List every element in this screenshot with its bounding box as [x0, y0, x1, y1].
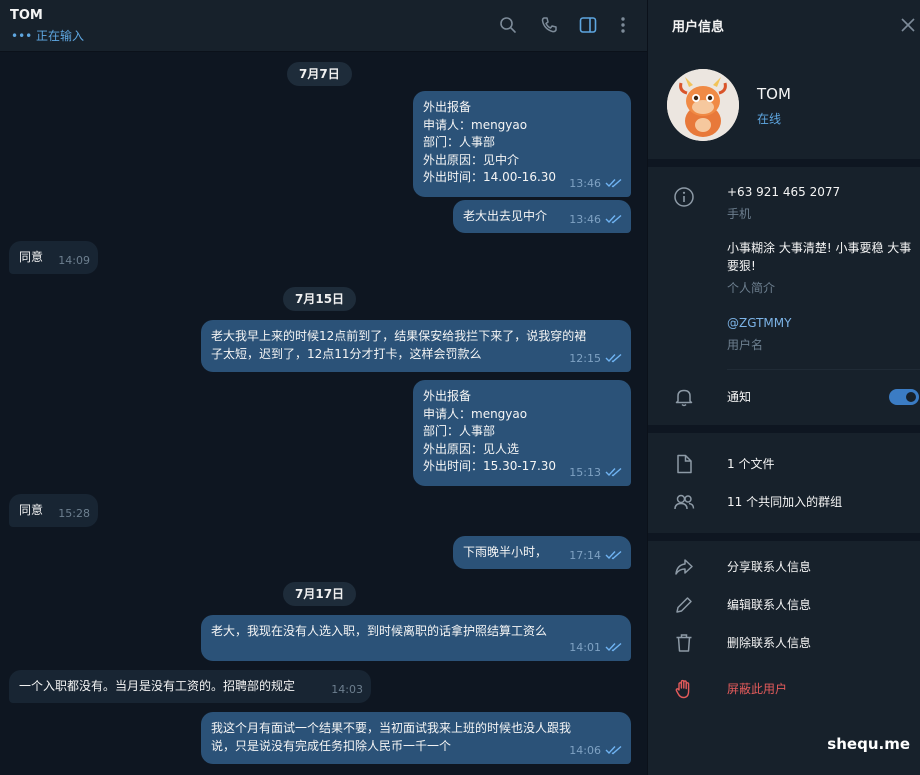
edit-contact-button[interactable]: 编辑联系人信息 — [727, 596, 811, 614]
message-bubble-outgoing[interactable]: 我这个月有面试一个结果不要，当初面试我来上班的时候也没人跟我 说，只是说没有完成… — [201, 712, 631, 764]
read-ticks-icon — [605, 354, 622, 363]
message-meta: 15:28 — [58, 505, 90, 523]
group-icon — [673, 491, 695, 513]
message-meta: 14:01 — [569, 639, 623, 657]
info-icon — [673, 186, 695, 208]
username[interactable]: @ZGTMMY — [727, 314, 791, 332]
message-text: 外出报备 申请人：mengyao 部门：人事部 外出原因：见人选 外出时间：15… — [423, 389, 557, 473]
message-time: 15:28 — [58, 506, 90, 520]
watermark: shequ.me — [827, 735, 910, 753]
section-divider — [648, 533, 920, 541]
message-time: 17:14 — [569, 548, 601, 562]
message-meta: 14:06 — [569, 742, 623, 760]
chat-header[interactable]: TOM ••• 正在输入 — [0, 0, 647, 52]
username-label: 用户名 — [727, 338, 764, 352]
trash-icon — [673, 632, 695, 654]
message-text: 一个入职都没有。当月是没有工资的。招聘部的规定 — [19, 679, 296, 693]
file-icon — [673, 453, 695, 475]
message-bubble-incoming[interactable]: 同意 15:28 — [9, 494, 98, 527]
phone-icon[interactable] — [538, 14, 560, 36]
message-text: 我这个月有面试一个结果不要，当初面试我来上班的时候也没人跟我 说，只是说没有完成… — [211, 721, 572, 753]
message-meta: 14:03 — [331, 681, 363, 699]
message-meta: 13:46 — [569, 211, 623, 229]
message-bubble-outgoing[interactable]: 老大我早上来的时候12点前到了，结果保安给我拦下来了，说我穿的裙 子太短，迟到了… — [201, 320, 631, 372]
message-bubble-outgoing[interactable]: 外出报备 申请人：mengyao 部门：人事部 外出原因：见人选 外出时间：15… — [413, 380, 631, 486]
read-ticks-icon — [605, 215, 622, 224]
search-icon[interactable] — [497, 14, 519, 36]
date-divider: 7月17日 — [283, 582, 357, 606]
message-time: 14:03 — [331, 682, 363, 696]
read-ticks-icon — [605, 643, 622, 652]
bio-label: 个人简介 — [727, 281, 776, 295]
pencil-icon — [673, 594, 695, 616]
files-count[interactable]: 1 个文件 — [727, 455, 774, 473]
user-info-panel: 用户信息 TOM 在线 +63 921 465 2077 手机 小事糊涂 大事清… — [647, 0, 920, 775]
hand-block-icon — [673, 678, 695, 700]
close-icon[interactable] — [898, 15, 918, 35]
panel-title: 用户信息 — [672, 20, 725, 35]
read-ticks-icon — [605, 746, 622, 755]
block-user-button[interactable]: 屏蔽此用户 — [727, 680, 787, 698]
notifications-label: 通知 — [727, 390, 752, 404]
section-divider — [648, 159, 920, 167]
message-text: 老大，我现在没有人选入职，到时候离职的话拿护照结算工资么 — [211, 624, 548, 638]
message-text: 外出报备 申请人：mengyao 部门：人事部 外出原因：见中介 外出时间：14… — [423, 100, 557, 184]
message-meta: 14:09 — [58, 252, 90, 270]
phone-number[interactable]: +63 921 465 2077 — [727, 183, 840, 201]
section-divider — [648, 425, 920, 433]
message-time: 13:46 — [569, 176, 601, 190]
message-bubble-outgoing[interactable]: 老大出去见中介 13:46 — [453, 200, 631, 233]
avatar[interactable] — [667, 69, 739, 141]
read-ticks-icon — [605, 551, 622, 560]
row-divider — [727, 369, 920, 370]
common-groups[interactable]: 11 个共同加入的群组 — [727, 493, 842, 511]
message-bubble-incoming[interactable]: 同意 14:09 — [9, 241, 98, 274]
typing-status: ••• 正在输入 — [11, 29, 85, 43]
bell-icon — [673, 386, 695, 408]
message-time: 14:01 — [569, 640, 601, 654]
message-meta: 13:46 — [569, 175, 623, 193]
share-icon — [673, 556, 695, 578]
share-contact-button[interactable]: 分享联系人信息 — [727, 558, 811, 576]
message-time: 14:09 — [58, 253, 90, 267]
notifications-toggle[interactable] — [889, 389, 919, 405]
message-time: 14:06 — [569, 743, 601, 757]
read-ticks-icon — [605, 468, 622, 477]
message-meta: 12:15 — [569, 350, 623, 368]
message-meta: 17:14 — [569, 547, 623, 565]
date-divider: 7月15日 — [283, 287, 357, 311]
online-status: 在线 — [757, 112, 782, 126]
chat-title[interactable]: TOM — [10, 8, 43, 23]
date-divider: 7月7日 — [287, 62, 352, 86]
message-bubble-outgoing[interactable]: 老大，我现在没有人选入职，到时候离职的话拿护照结算工资么 14:01 — [201, 615, 631, 661]
message-bubble-outgoing[interactable]: 下雨晚半小时， 17:14 — [453, 536, 631, 569]
message-meta: 15:13 — [569, 464, 623, 482]
message-list[interactable]: 7月7日 7月15日 7月17日 外出报备 申请人：mengyao 部门：人事部… — [0, 52, 647, 775]
bio-text[interactable]: 小事糊涂 大事清楚! 小事要稳 大事要狠! — [727, 239, 915, 275]
more-icon[interactable] — [612, 14, 634, 36]
chat-panel: TOM ••• 正在输入 7月7日 7月15日 7月17日 外出报备 申请人：m… — [0, 0, 647, 775]
message-time: 13:46 — [569, 212, 601, 226]
message-time: 15:13 — [569, 465, 601, 479]
delete-contact-button[interactable]: 删除联系人信息 — [727, 634, 811, 652]
sidebar-toggle-icon[interactable] — [577, 14, 599, 36]
message-time: 12:15 — [569, 351, 601, 365]
message-bubble-incoming[interactable]: 一个入职都没有。当月是没有工资的。招聘部的规定 14:03 — [9, 670, 371, 703]
dragon-avatar-icon — [667, 69, 739, 141]
phone-label: 手机 — [727, 207, 752, 221]
message-bubble-outgoing[interactable]: 外出报备 申请人：mengyao 部门：人事部 外出原因：见中介 外出时间：14… — [413, 91, 631, 197]
message-text: 老大我早上来的时候12点前到了，结果保安给我拦下来了，说我穿的裙 子太短，迟到了… — [211, 329, 587, 361]
read-ticks-icon — [605, 179, 622, 188]
profile-name: TOM — [757, 85, 791, 103]
